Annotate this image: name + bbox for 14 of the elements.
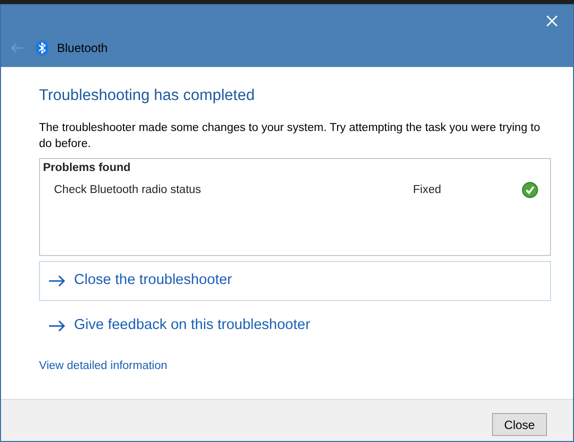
problem-status: Fixed bbox=[413, 182, 442, 198]
arrow-icon bbox=[48, 320, 66, 332]
action-link[interactable]: Give feedback on this troubleshooter bbox=[39, 306, 551, 346]
description: The troubleshooter made some changes to your system. Try attempting the task you were trying to do before. bbox=[39, 120, 542, 152]
panel-header: Problems found bbox=[42, 160, 132, 176]
window-title: Bluetooth bbox=[57, 40, 108, 57]
bluetooth-icon bbox=[35, 40, 49, 56]
problem-name: Check Bluetooth radio status bbox=[54, 182, 202, 198]
heading: Troubleshooting has completed bbox=[39, 87, 256, 106]
close-button[interactable]: Close bbox=[492, 413, 547, 436]
arrow-icon bbox=[48, 274, 66, 287]
back-arrow-icon bbox=[10, 43, 24, 53]
details-link[interactable]: View detailed information bbox=[39, 358, 168, 375]
action-link[interactable]: Close the troubleshooter bbox=[39, 260, 551, 301]
